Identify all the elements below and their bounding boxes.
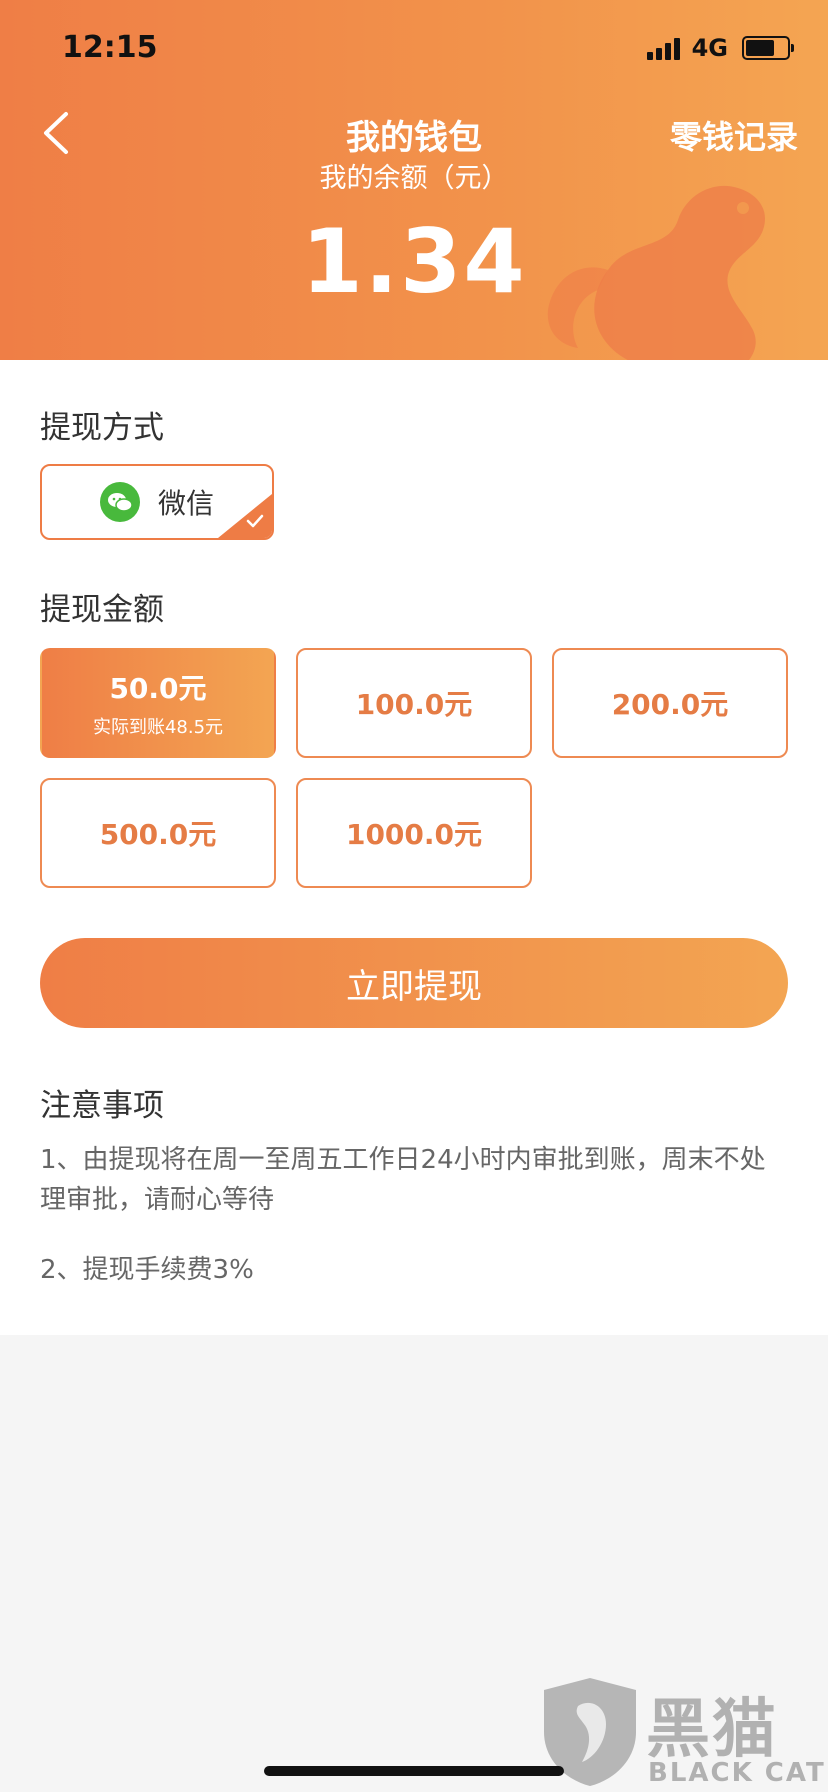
status-indicators: 4G — [646, 34, 794, 62]
withdraw-now-label: 立即提现 — [346, 966, 482, 1007]
check-icon — [246, 514, 264, 528]
amount-actual-received: 实际到账48.5元 — [92, 717, 224, 738]
amount-option-200[interactable]: 200.0元 — [552, 648, 788, 758]
battery-icon — [742, 36, 794, 60]
withdraw-panel: 提现方式 微信 提现金额 50.0元 实际到账48.5元 100.0元 200.… — [0, 360, 828, 1335]
watermark-sub: BLACK CAT — [648, 1758, 826, 1788]
status-time: 12:15 — [62, 30, 158, 65]
signal-icon — [646, 36, 680, 60]
amount-value: 50.0元 — [109, 672, 207, 705]
withdraw-now-button[interactable]: 立即提现 — [40, 938, 788, 1028]
amount-value: 1000.0元 — [345, 818, 483, 851]
amount-option-50[interactable]: 50.0元 实际到账48.5元 — [40, 648, 276, 758]
amount-value: 500.0元 — [99, 818, 217, 851]
amount-option-1000[interactable]: 1000.0元 — [296, 778, 532, 888]
withdraw-method-title: 提现方式 — [40, 410, 164, 446]
wechat-method-label: 微信 — [157, 487, 214, 520]
blackcat-watermark: 黑猫 BLACK CAT — [538, 1672, 828, 1792]
wechat-icon — [99, 482, 140, 522]
wechat-method-option[interactable]: 微信 — [40, 464, 274, 540]
note-item: 2、提现手续费3% — [40, 1255, 254, 1285]
amount-option-100[interactable]: 100.0元 — [296, 648, 532, 758]
amount-option-500[interactable]: 500.0元 — [40, 778, 276, 888]
battery-fill — [746, 40, 774, 56]
amount-value: 100.0元 — [355, 688, 473, 721]
amount-value: 200.0元 — [611, 688, 729, 721]
home-indicator[interactable] — [264, 1766, 564, 1776]
withdraw-amount-title: 提现金额 — [40, 592, 164, 628]
change-record-link[interactable]: 零钱记录 — [670, 112, 798, 158]
network-type: 4G — [691, 34, 728, 62]
balance-value: 1.34 — [301, 210, 527, 313]
notes-title: 注意事项 — [40, 1088, 164, 1124]
balance-label: 我的余额（元） — [319, 163, 509, 194]
note-item: 1、由提现将在周一至周五工作日24小时内审批到账，周末不处理审批，请耐心等待 — [40, 1145, 766, 1215]
watermark-main: 黑猫 — [646, 1693, 778, 1767]
wallet-header: 12:15 4G 我的钱包 零钱记录 我的余额（元） 1.34 — [0, 0, 828, 360]
